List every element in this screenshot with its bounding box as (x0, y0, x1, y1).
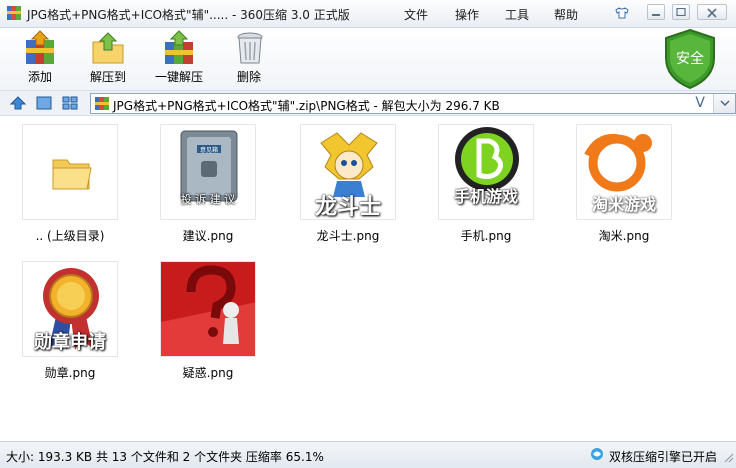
address-v-icon[interactable]: V (695, 95, 705, 111)
grid-view-icon (62, 96, 78, 110)
taomi-thumbnail: 淘米游戏 (576, 124, 672, 220)
address-bar[interactable]: JPG格式+PNG格式+ICO格式"辅".zip\PNG格式 - 解包大小为 2… (90, 93, 736, 114)
large-icon-view-icon (36, 96, 52, 110)
menu-file[interactable]: 文件 (404, 6, 428, 23)
file-name: 建议.png (182, 229, 234, 243)
up-button[interactable] (9, 96, 27, 113)
one-click-extract-button[interactable]: 一键解压 (152, 30, 206, 85)
status-bar: 大小: 193.3 KB 共 13 个文件和 2 个文件夹 压缩率 65.1% … (0, 441, 736, 468)
menu-operate[interactable]: 操作 (455, 6, 479, 23)
delete-button[interactable]: 删除 (232, 30, 266, 85)
longdoushi-thumbnail: 龙斗士 (300, 124, 396, 220)
dual-core-icon (590, 447, 604, 464)
maximize-button[interactable] (672, 4, 690, 20)
delete-label: 删除 (236, 70, 261, 84)
extract-folder-icon (92, 32, 124, 64)
resize-grip-icon[interactable] (724, 452, 734, 466)
shouji-caption: 手机游戏 (453, 187, 518, 206)
minimize-icon (652, 14, 660, 16)
xunzhang-caption: 勋章申请 (34, 332, 106, 353)
archive-summary: 大小: 193.3 KB 共 13 个文件和 2 个文件夹 压缩率 65.1% (6, 450, 324, 464)
minimize-button[interactable] (647, 4, 665, 20)
extract-to-button[interactable]: 解压到 (88, 30, 128, 85)
one-click-extract-label: 一键解压 (154, 70, 203, 84)
trash-bin-icon (237, 32, 263, 64)
taomi-caption: 淘米游戏 (591, 195, 656, 214)
add-label: 添加 (27, 70, 52, 84)
parent-folder-thumbnail (22, 124, 118, 220)
extract-to-label: 解压到 (89, 70, 126, 84)
one-click-extract-icon (165, 30, 193, 64)
arrow-up-icon (9, 96, 27, 110)
jianyi-caption: 投 诉 建 议 (180, 193, 236, 206)
archive-app-icon (6, 5, 22, 21)
menu-tools[interactable]: 工具 (505, 6, 529, 23)
add-archive-icon (26, 30, 54, 64)
close-icon (707, 8, 717, 18)
shouji-thumbnail: 手机游戏 (438, 124, 534, 220)
file-name: 龙斗士.png (316, 229, 380, 243)
skin-button[interactable] (612, 4, 630, 20)
maximize-icon (676, 8, 686, 16)
thumbnail-view-button[interactable] (36, 96, 52, 113)
shield-icon: 安全 (665, 28, 715, 90)
yihuo-thumbnail (160, 261, 256, 357)
engine-status: 双核压缩引擎已开启 (609, 450, 718, 464)
file-name: 勋章.png (44, 366, 96, 380)
box-label: 意见箱 (200, 146, 218, 154)
close-button[interactable] (697, 4, 727, 20)
title-bar: JPG格式+PNG格式+ICO格式"辅"..... - 360压缩 3.0 正式… (0, 0, 736, 28)
zip-file-icon (94, 96, 110, 114)
file-name: 手机.png (460, 229, 512, 243)
file-name: 淘米.png (598, 229, 650, 243)
jianyi-thumbnail: 意见箱 投 诉 建 议 (160, 124, 256, 220)
xunzhang-thumbnail: 勋章申请 (22, 261, 118, 357)
menu-help[interactable]: 帮助 (554, 6, 578, 23)
shield-label: 安全 (676, 50, 704, 67)
tshirt-icon (615, 7, 629, 19)
toolbar: 添加 解压到 一键解压 删除 安全 (0, 28, 736, 90)
file-name: 疑惑.png (182, 366, 234, 380)
file-list-area: .. (上级目录) 意见箱 投 诉 建 议 建议.png 龙斗士 龙斗士.png… (0, 117, 736, 441)
address-row: JPG格式+PNG格式+ICO格式"辅".zip\PNG格式 - 解包大小为 2… (0, 90, 736, 116)
chevron-down-icon (720, 100, 730, 106)
longdoushi-caption: 龙斗士 (314, 195, 381, 220)
add-button[interactable]: 添加 (20, 30, 60, 85)
address-dropdown-button[interactable] (713, 94, 735, 113)
folder-icon (52, 159, 92, 190)
window-title: JPG格式+PNG格式+ICO格式"辅"..... - 360压缩 3.0 正式… (27, 8, 350, 22)
question-figure-image (161, 262, 255, 356)
security-shield-button[interactable]: 安全 (662, 28, 718, 93)
list-view-button[interactable] (62, 96, 78, 113)
file-name: .. (上级目录) (35, 229, 105, 243)
address-path: JPG格式+PNG格式+ICO格式"辅".zip\PNG格式 - 解包大小为 2… (113, 99, 500, 113)
